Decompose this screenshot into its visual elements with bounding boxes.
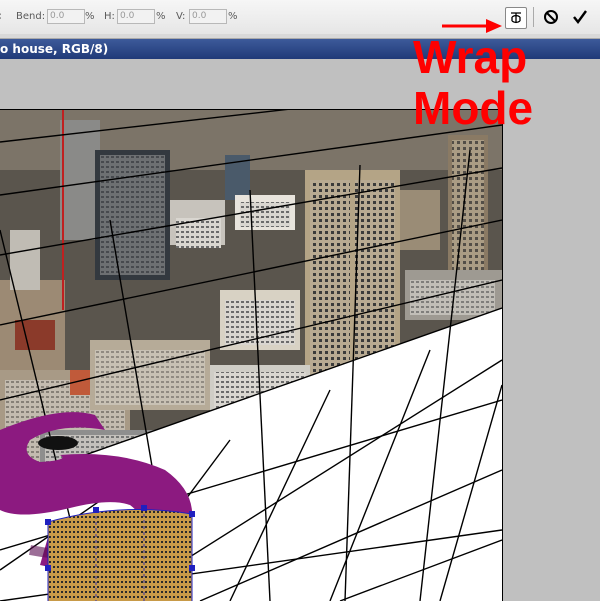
warped-building-cylinder — [45, 505, 195, 601]
warp-handle[interactable] — [141, 505, 147, 511]
warp-mode-icon — [511, 12, 521, 24]
h-input[interactable] — [117, 9, 155, 24]
document-canvas[interactable] — [0, 109, 503, 601]
collapse-arrow-icon[interactable]: ‹ — [0, 9, 2, 24]
cancel-transform-button[interactable] — [541, 7, 561, 27]
document-title: o house, RGB/8) — [0, 42, 109, 56]
warp-handle[interactable] — [45, 519, 51, 525]
annotation-line-1: Wrap — [413, 31, 528, 83]
checkmark-icon — [573, 10, 587, 24]
bend-input[interactable] — [47, 9, 85, 24]
wrap-mode-annotation: Wrap Mode — [413, 32, 593, 134]
warp-handle[interactable] — [189, 511, 195, 517]
canvas-area[interactable] — [0, 59, 600, 601]
canvas-image — [0, 110, 502, 601]
toolbar-divider — [533, 7, 534, 27]
warp-handle[interactable] — [93, 507, 99, 513]
warp-handle[interactable] — [189, 565, 195, 571]
v-unit: % — [228, 11, 238, 22]
h-label: H: — [104, 11, 115, 22]
h-unit: % — [156, 11, 166, 22]
v-label: V: — [176, 11, 186, 22]
v-input[interactable] — [189, 9, 227, 24]
bend-label: Bend: — [16, 11, 46, 22]
cancel-icon — [544, 10, 558, 24]
warp-handle[interactable] — [45, 565, 51, 571]
warp-mode-button[interactable] — [505, 7, 527, 29]
commit-transform-button[interactable] — [570, 7, 590, 27]
options-toolbar: ‹ Bend: % H: % V: % — [0, 0, 600, 35]
annotation-line-2: Mode — [413, 82, 534, 134]
bend-unit: % — [85, 11, 95, 22]
